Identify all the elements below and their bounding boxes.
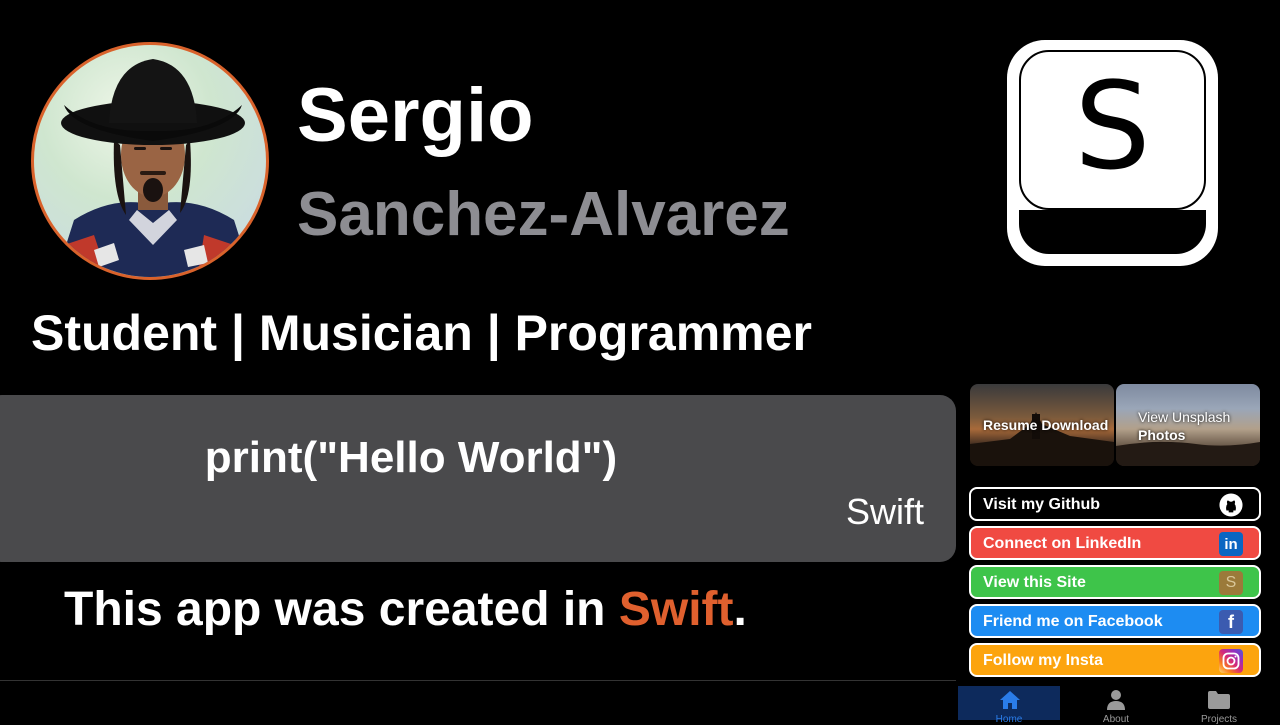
site-icon: S xyxy=(1219,571,1243,595)
facebook-icon: f xyxy=(1219,610,1243,634)
home-icon xyxy=(1000,691,1020,709)
facebook-link-label: Friend me on Facebook xyxy=(983,613,1163,630)
code-language-label: Swift xyxy=(845,491,924,532)
profile-avatar xyxy=(31,42,269,280)
resume-download-label: Resume Download xyxy=(983,417,1109,433)
site-link-button[interactable]: View this Site S xyxy=(969,565,1261,599)
instagram-icon xyxy=(1219,649,1243,673)
first-name: Sergio xyxy=(297,73,534,158)
unsplash-card-image xyxy=(1116,441,1260,466)
linkedin-icon: in xyxy=(1219,532,1243,556)
app-logo-base xyxy=(1019,210,1206,254)
created-accent: Swift xyxy=(618,583,734,636)
person-icon xyxy=(1107,690,1125,710)
created-prefix: This app was created in xyxy=(64,583,619,636)
unsplash-photos-card[interactable]: View Unsplash Photos xyxy=(1116,384,1260,466)
resume-download-card[interactable]: Resume Download xyxy=(970,384,1114,466)
linkedin-link-button[interactable]: Connect on LinkedIn in xyxy=(969,526,1261,560)
github-link-label: Visit my Github xyxy=(983,496,1101,513)
app-logo-letter: S xyxy=(1074,58,1151,197)
divider xyxy=(0,680,956,681)
code-line: print("Hello World") xyxy=(204,433,618,482)
folder-icon xyxy=(1208,691,1230,709)
tab-home[interactable]: Home xyxy=(958,686,1060,725)
last-name: Sanchez-Alvarez xyxy=(297,180,790,249)
tagline: Student | Musician | Programmer xyxy=(31,305,812,361)
instagram-link-button[interactable]: Follow my Insta xyxy=(969,643,1261,677)
created-in-text: This app was created in Swift. xyxy=(64,586,747,634)
linkedin-link-label: Connect on LinkedIn xyxy=(983,535,1142,552)
facebook-link-button[interactable]: Friend me on Facebook f xyxy=(969,604,1261,638)
instagram-link-label: Follow my Insta xyxy=(983,652,1104,669)
unsplash-label-line1: View Unsplash xyxy=(1138,409,1231,425)
code-snippet-card: print("Hello World") Swift xyxy=(0,395,956,562)
app-logo-key: S xyxy=(1019,50,1206,210)
created-suffix: . xyxy=(733,583,747,636)
tab-bar: Home About Projects xyxy=(958,686,1280,725)
site-link-label: View this Site xyxy=(983,574,1086,591)
app-logo: S xyxy=(1007,40,1218,266)
tab-projects[interactable]: Projects xyxy=(1168,686,1270,725)
unsplash-label-line2: Photos xyxy=(1138,427,1186,443)
profile-photo xyxy=(55,59,253,277)
github-icon xyxy=(1219,493,1243,517)
tab-about[interactable]: About xyxy=(1065,686,1167,725)
github-link-button[interactable]: Visit my Github xyxy=(969,487,1261,521)
